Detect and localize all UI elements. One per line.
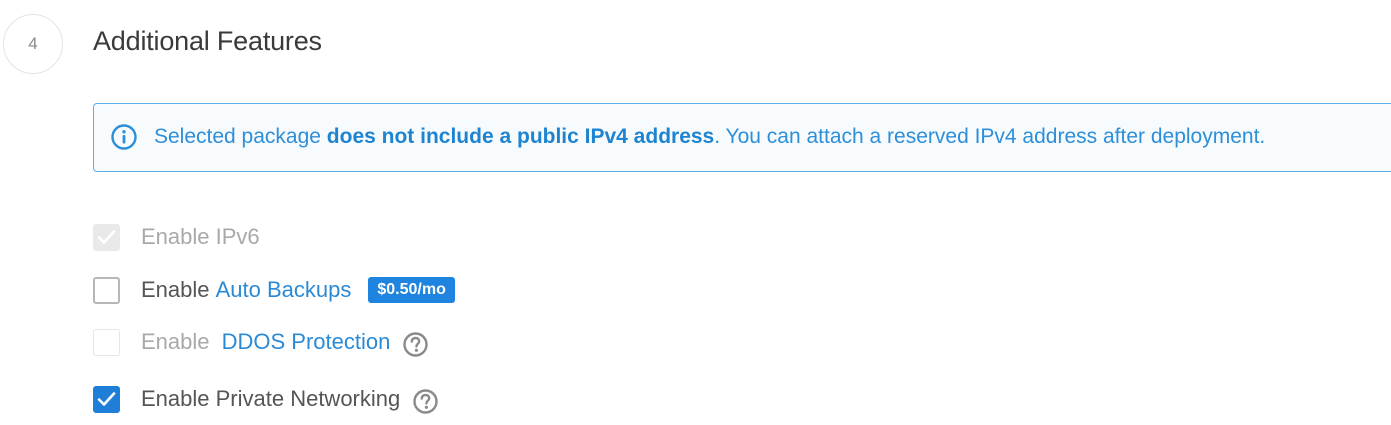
section-title: Additional Features <box>93 26 322 56</box>
help-circle-icon[interactable] <box>412 388 439 415</box>
auto-backups-prefix: Enable <box>141 277 216 302</box>
auto-backups-checkbox[interactable] <box>93 276 120 304</box>
notice-prefix: Selected package <box>154 125 327 148</box>
checkmark-icon <box>97 392 116 406</box>
option-private-networking[interactable]: Enable Private Networking <box>93 384 439 414</box>
option-ddos-protection[interactable]: Enable DDOS Protection <box>93 327 429 357</box>
help-circle-icon[interactable] <box>402 331 429 358</box>
ddos-checkbox[interactable] <box>93 328 120 356</box>
option-auto-backups[interactable]: Enable Auto Backups $0.50/mo <box>93 275 455 305</box>
ipv4-notice: Selected package does not include a publ… <box>93 103 1391 172</box>
notice-bold: does not include a public IPv4 address <box>326 125 715 148</box>
info-circle-icon <box>111 124 137 150</box>
private-networking-label: Enable Private Networking <box>141 386 401 411</box>
step-number-circle: 4 <box>3 14 63 74</box>
private-networking-checkbox[interactable] <box>93 385 120 413</box>
auto-backups-price-badge: $0.50/mo <box>368 277 455 303</box>
auto-backups-link[interactable]: Auto Backups <box>216 277 352 303</box>
step-number: 4 <box>28 34 38 53</box>
ddos-prefix: Enable <box>141 329 216 354</box>
option-ipv6[interactable]: Enable IPv6 <box>93 222 260 252</box>
ipv6-checkbox[interactable] <box>93 223 120 251</box>
notice-suffix: . You can attach a reserved IPv4 address… <box>714 125 1266 148</box>
checkmark-icon <box>97 230 116 244</box>
notice-text: Selected package does not include a publ… <box>154 125 1265 149</box>
ipv6-label: Enable IPv6 <box>141 224 260 249</box>
ddos-link[interactable]: DDOS Protection <box>222 329 391 355</box>
